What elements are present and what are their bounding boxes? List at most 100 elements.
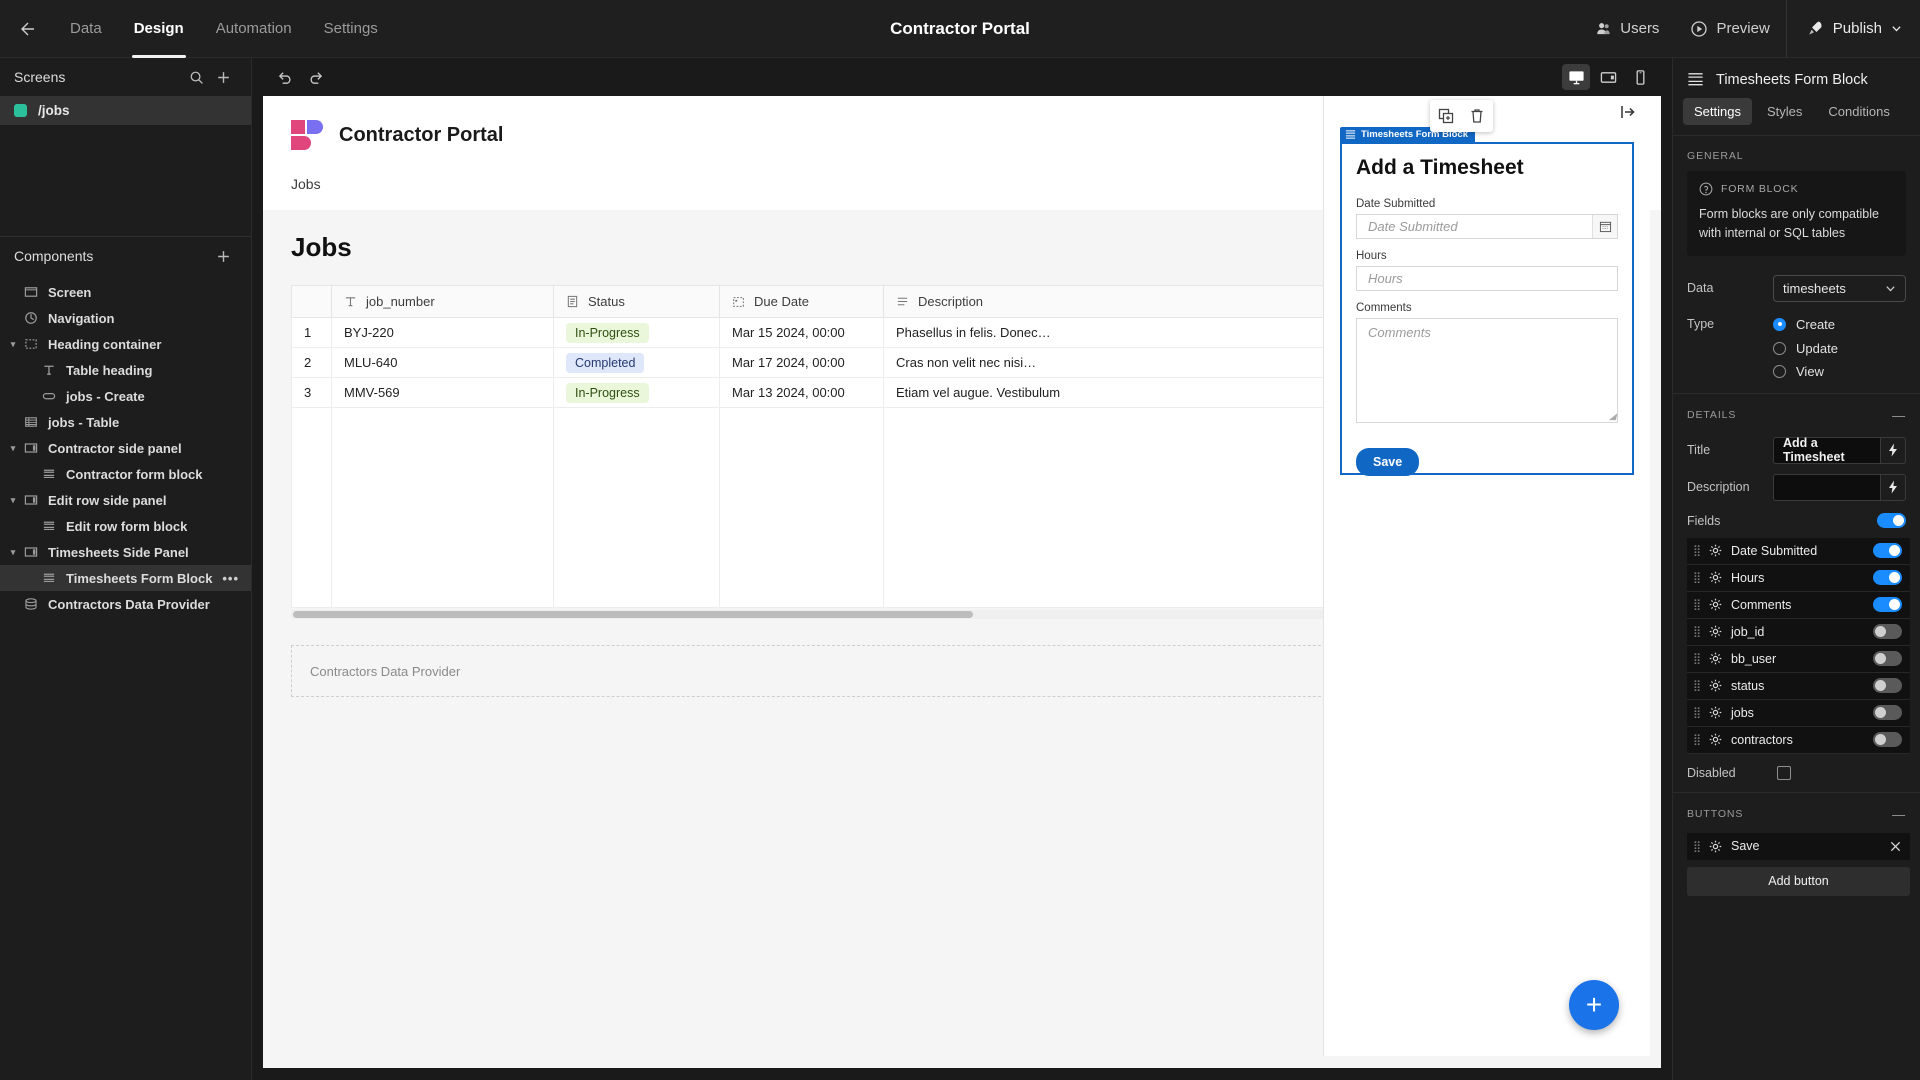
calendar-icon[interactable] xyxy=(1592,215,1617,238)
jobs-table-horizontal-scrollbar[interactable] xyxy=(291,610,1371,619)
gear-icon[interactable] xyxy=(1709,571,1722,584)
chevron-down-icon[interactable]: ▾ xyxy=(6,339,20,350)
table-row[interactable]: 3 MMV-569 In-Progress Mar 13 2024, 00:00 Eti… xyxy=(291,377,1371,408)
comments-textarea[interactable]: Comments ◢ xyxy=(1356,318,1618,423)
component-item-contractors-data-provider[interactable]: Contractors Data Provider xyxy=(0,591,251,617)
hours-input[interactable]: Hours xyxy=(1356,266,1618,291)
field-visibility-toggle[interactable] xyxy=(1873,678,1902,693)
chevron-down-icon[interactable]: ▾ xyxy=(6,547,20,558)
tab-automation[interactable]: Automation xyxy=(200,0,308,58)
timesheets-form-block[interactable]: Add a Timesheet Date Submitted Date Subm… xyxy=(1340,142,1634,476)
field-visibility-toggle[interactable] xyxy=(1873,624,1902,639)
fields-master-toggle[interactable] xyxy=(1877,513,1906,528)
drag-handle-icon[interactable]: ⣿ xyxy=(1693,706,1701,719)
collapse-side-panel-button[interactable] xyxy=(1620,104,1636,120)
tab-conditions-panel[interactable]: Conditions xyxy=(1817,98,1900,125)
drag-handle-icon[interactable]: ⣿ xyxy=(1693,652,1701,665)
nav-link-jobs[interactable]: Jobs xyxy=(291,160,321,210)
screen-item-jobs[interactable]: /jobs xyxy=(0,96,251,125)
drag-handle-icon[interactable]: ⣿ xyxy=(1693,571,1701,584)
floating-add-button[interactable]: + xyxy=(1569,980,1619,1030)
tab-settings-panel[interactable]: Settings xyxy=(1683,98,1752,125)
redo-button[interactable] xyxy=(300,64,330,90)
field-visibility-toggle[interactable] xyxy=(1873,732,1902,747)
chevron-down-icon[interactable]: ▾ xyxy=(6,495,20,506)
details-collapse-button[interactable]: — xyxy=(1892,408,1906,423)
description-binding-button[interactable] xyxy=(1880,473,1906,501)
field-row-job-id[interactable]: ⣿ job_id xyxy=(1687,618,1910,646)
publish-button[interactable]: Publish xyxy=(1787,0,1920,58)
device-desktop-button[interactable] xyxy=(1562,64,1590,90)
field-visibility-toggle[interactable] xyxy=(1873,570,1902,585)
drag-handle-icon[interactable]: ⣿ xyxy=(1693,679,1701,692)
tab-data[interactable]: Data xyxy=(54,0,118,58)
contractors-data-provider-block[interactable]: Contractors Data Provider xyxy=(291,645,1371,697)
component-item-contractor-side-panel[interactable]: ▾ Contractor side panel xyxy=(0,435,251,461)
field-row-contractors[interactable]: ⣿ contractors xyxy=(1687,726,1910,754)
tab-styles-panel[interactable]: Styles xyxy=(1756,98,1813,125)
component-item-jobs-table[interactable]: jobs - Table xyxy=(0,409,251,435)
form-save-button[interactable]: Save xyxy=(1356,448,1420,476)
component-item-timesheets-form-block[interactable]: Timesheets Form Block ••• xyxy=(0,565,251,591)
table-row[interactable]: 1 BYJ-220 In-Progress Mar 15 2024, 00:00 Pha… xyxy=(291,317,1371,348)
type-option-view[interactable]: View xyxy=(1673,360,1920,383)
field-row-jobs[interactable]: ⣿ jobs xyxy=(1687,699,1910,727)
component-item-navigation[interactable]: Navigation xyxy=(0,305,251,331)
device-tablet-button[interactable] xyxy=(1594,64,1622,90)
component-item-screen[interactable]: Screen xyxy=(0,279,251,305)
users-button[interactable]: Users xyxy=(1580,0,1675,58)
col-job-number[interactable]: job_number xyxy=(331,285,554,318)
title-binding-button[interactable] xyxy=(1880,436,1906,464)
field-row-comments[interactable]: ⣿ Comments xyxy=(1687,591,1910,619)
preview-button[interactable]: Preview xyxy=(1675,0,1785,58)
drag-handle-icon[interactable]: ⣿ xyxy=(1693,625,1701,638)
gear-icon[interactable] xyxy=(1709,733,1722,746)
type-option-create[interactable]: Create xyxy=(1773,317,1835,332)
field-visibility-toggle[interactable] xyxy=(1873,705,1902,720)
gear-icon[interactable] xyxy=(1709,706,1722,719)
col-status[interactable]: Status xyxy=(553,285,720,318)
tab-settings[interactable]: Settings xyxy=(308,0,394,58)
field-visibility-toggle[interactable] xyxy=(1873,597,1902,612)
add-screen-button[interactable] xyxy=(210,70,237,85)
duplicate-block-button[interactable] xyxy=(1438,108,1454,124)
button-list-item-save[interactable]: ⣿ Save xyxy=(1687,832,1910,860)
table-row[interactable]: 2 MLU-640 Completed Mar 17 2024, 00:00 Cras … xyxy=(291,347,1371,378)
device-mobile-button[interactable] xyxy=(1626,64,1654,90)
title-input[interactable]: Add a Timesheet xyxy=(1773,436,1880,464)
buttons-collapse-button[interactable]: — xyxy=(1892,807,1906,822)
type-option-update[interactable]: Update xyxy=(1673,337,1920,360)
component-more-menu-icon[interactable]: ••• xyxy=(222,571,251,586)
component-item-timesheets-side-panel[interactable]: ▾ Timesheets Side Panel xyxy=(0,539,251,565)
description-input[interactable] xyxy=(1773,473,1880,501)
add-component-button[interactable] xyxy=(210,249,237,264)
add-button-button[interactable]: Add button xyxy=(1687,866,1910,896)
field-row-status[interactable]: ⣿ status xyxy=(1687,672,1910,700)
col-due-date[interactable]: Due Date xyxy=(719,285,884,318)
field-visibility-toggle[interactable] xyxy=(1873,651,1902,666)
remove-button-icon[interactable] xyxy=(1889,840,1902,853)
drag-handle-icon[interactable]: ⣿ xyxy=(1693,544,1701,557)
field-visibility-toggle[interactable] xyxy=(1873,543,1902,558)
field-row-bb-user[interactable]: ⣿ bb_user xyxy=(1687,645,1910,673)
drag-handle-icon[interactable]: ⣿ xyxy=(1693,733,1701,746)
search-screens-button[interactable] xyxy=(183,70,210,85)
delete-block-button[interactable] xyxy=(1469,108,1485,124)
tab-design[interactable]: Design xyxy=(118,0,200,58)
col-description[interactable]: Description xyxy=(883,285,1371,318)
gear-icon[interactable] xyxy=(1709,652,1722,665)
drag-handle-icon[interactable]: ⣿ xyxy=(1693,840,1701,853)
gear-icon[interactable] xyxy=(1709,598,1722,611)
field-row-hours[interactable]: ⣿ Hours xyxy=(1687,564,1910,592)
component-item-heading-container[interactable]: ▾ Heading container xyxy=(0,331,251,357)
undo-button[interactable] xyxy=(270,64,300,90)
gear-icon[interactable] xyxy=(1709,544,1722,557)
component-item-edit-row-side-panel[interactable]: ▾ Edit row side panel xyxy=(0,487,251,513)
back-button[interactable] xyxy=(0,0,54,58)
resize-grip-icon[interactable]: ◢ xyxy=(1609,411,1616,422)
drag-handle-icon[interactable]: ⣿ xyxy=(1693,598,1701,611)
component-item-contractor-form-block[interactable]: Contractor form block xyxy=(0,461,251,487)
gear-icon[interactable] xyxy=(1709,679,1722,692)
component-item-table-heading[interactable]: Table heading xyxy=(0,357,251,383)
date-submitted-input[interactable]: Date Submitted xyxy=(1356,214,1618,239)
